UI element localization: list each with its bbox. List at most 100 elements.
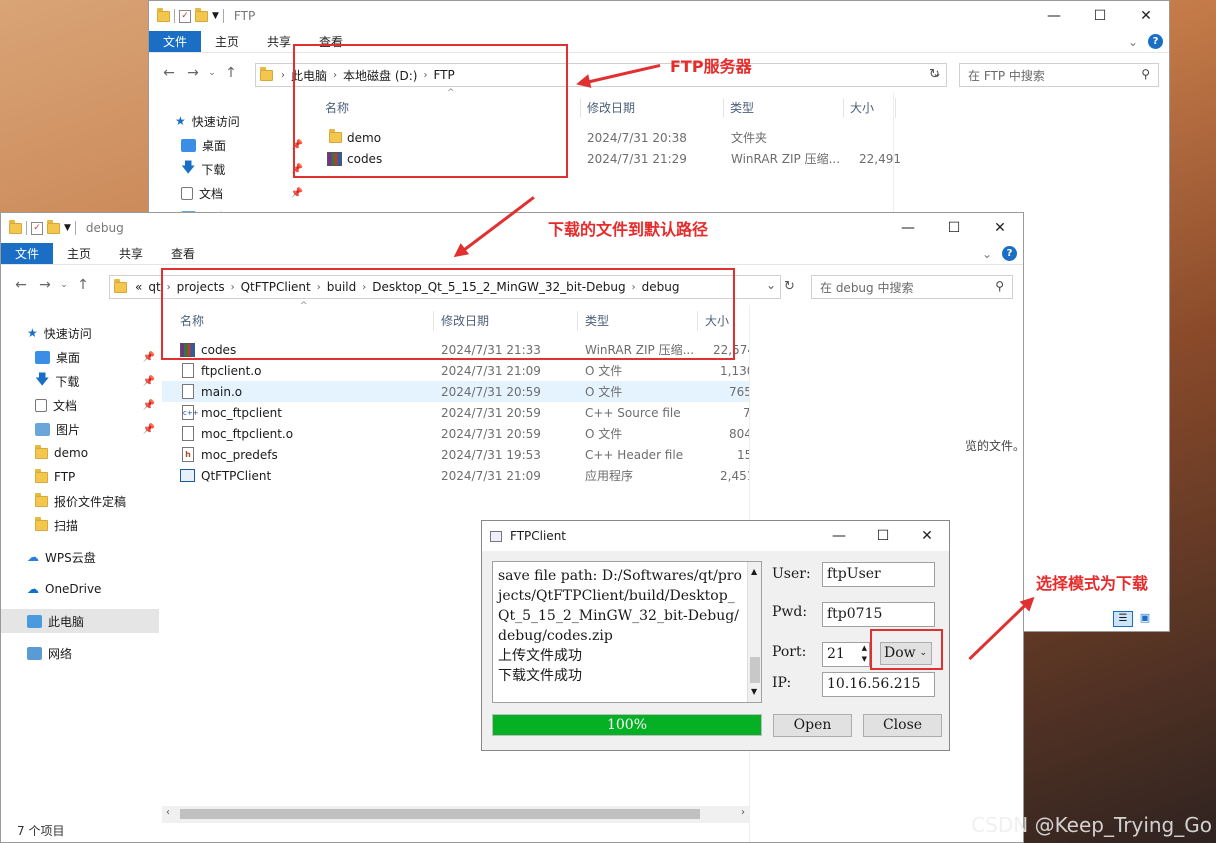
minimize-button[interactable]: —	[817, 521, 861, 551]
column-date[interactable]: 修改日期	[587, 99, 635, 116]
breadcrumb-item[interactable]: qt	[148, 280, 160, 294]
forward-icon[interactable]: →	[33, 277, 57, 293]
dialog-titlebar: FTPClient — ☐ ✕	[482, 521, 949, 551]
sidebar-item-wps-cloud[interactable]: ☁ WPS云盘	[1, 545, 159, 569]
log-scrollbar[interactable]: ▲ ▼	[747, 562, 761, 702]
sidebar-item-desktop[interactable]: 桌面 📌	[149, 133, 307, 157]
chevron-down-icon[interactable]: ⌄	[982, 247, 992, 261]
file-type: WinRAR ZIP 压缩...	[731, 152, 841, 166]
close-button[interactable]: ✕	[977, 213, 1023, 243]
column-type[interactable]: 类型	[730, 99, 754, 116]
sidebar-item-downloads[interactable]: 🡇 下载 📌	[1, 369, 159, 393]
details-view-icon[interactable]: ☰	[1113, 611, 1133, 627]
sidebar-item-scan[interactable]: 扫描	[1, 513, 159, 537]
close-button[interactable]: ✕	[905, 521, 949, 551]
file-row-moc-predefs[interactable]: h moc_predefs 2024/7/31 19:53 C++ Header…	[162, 444, 749, 465]
sidebar-item-label: 图片	[56, 422, 81, 437]
sidebar-item-quick-access[interactable]: ★ 快速访问	[149, 109, 307, 133]
help-icon[interactable]: ?	[1002, 246, 1017, 261]
chevron-down-icon[interactable]: ▼	[64, 223, 71, 233]
recent-chevron-icon[interactable]: ⌄	[205, 68, 219, 78]
close-dialog-button[interactable]: Close	[863, 714, 942, 737]
sidebar-item-documents[interactable]: 文档 📌	[1, 393, 159, 417]
open-button[interactable]: Open	[773, 714, 852, 737]
sidebar-item-pictures[interactable]: 图片 📌	[1, 417, 159, 441]
file-row-main-o[interactable]: main.o 2024/7/31 20:59 O 文件 765	[162, 381, 749, 402]
sidebar-item-onedrive[interactable]: ☁ OneDrive	[1, 577, 159, 601]
up-icon[interactable]: ↑	[71, 277, 95, 293]
tab-home[interactable]: 主页	[53, 243, 105, 264]
sidebar-item-ftp[interactable]: FTP	[1, 465, 159, 489]
recent-chevron-icon[interactable]: ⌄	[57, 280, 71, 290]
spin-arrows-icon[interactable]: ▲ ▼	[862, 643, 867, 665]
properties-icon[interactable]: ✓	[179, 9, 191, 23]
log-textarea[interactable]: save file path: D:/Softwares/qt/projects…	[492, 561, 762, 703]
chevron-down-icon[interactable]: ▼	[212, 11, 219, 21]
sidebar-item-quick-access[interactable]: ★ 快速访问	[1, 321, 159, 345]
maximize-button[interactable]: ☐	[1077, 1, 1123, 31]
pin-icon[interactable]: 📌	[143, 424, 155, 435]
sidebar-item-downloads[interactable]: 🡇 下载 📌	[149, 157, 307, 181]
large-icons-view-icon[interactable]: ▣	[1135, 611, 1155, 627]
file-size: 15	[737, 447, 749, 462]
new-folder-icon[interactable]	[47, 219, 60, 234]
scroll-up-icon[interactable]: ▲	[751, 562, 757, 582]
scroll-thumb[interactable]	[750, 657, 760, 683]
back-icon[interactable]: ←	[9, 277, 33, 293]
pin-icon[interactable]: 📌	[143, 352, 155, 363]
file-row-moc-ftpclient-o[interactable]: moc_ftpclient.o 2024/7/31 20:59 O 文件 804	[162, 423, 749, 444]
scroll-thumb[interactable]	[180, 809, 700, 819]
maximize-button[interactable]: ☐	[861, 521, 905, 551]
search-icon: ⚲	[995, 279, 1004, 293]
pwd-input[interactable]: ftp0715	[822, 602, 935, 627]
chevron-down-icon[interactable]: ⌄	[766, 278, 776, 292]
tab-file[interactable]: 文件	[149, 31, 202, 52]
user-input[interactable]: ftpUser	[822, 562, 935, 587]
tab-share[interactable]: 共享	[105, 243, 157, 264]
file-row-moc-ftpclient[interactable]: c++ moc_ftpclient 2024/7/31 20:59 C++ So…	[162, 402, 749, 423]
column-size[interactable]: 大小	[850, 99, 874, 116]
close-button[interactable]: ✕	[1123, 1, 1169, 31]
chevron-down-icon[interactable]: ⌄	[1128, 35, 1138, 49]
pin-icon[interactable]: 📌	[143, 376, 155, 387]
pin-icon[interactable]: 📌	[143, 400, 155, 411]
forward-icon[interactable]: →	[181, 65, 205, 81]
annotation-download-path: 下载的文件到默认路径	[548, 220, 709, 239]
ip-input[interactable]: 10.16.56.215	[822, 672, 935, 697]
search-input[interactable]: 在 debug 中搜索 ⚲	[811, 275, 1013, 299]
scroll-right-icon[interactable]: ›	[741, 807, 745, 818]
file-date: 2024/7/31 20:59	[441, 426, 541, 441]
tab-home[interactable]: 主页	[201, 31, 253, 52]
scroll-left-icon[interactable]: ‹	[166, 807, 170, 818]
new-folder-icon[interactable]	[195, 7, 208, 22]
file-type: 应用程序	[585, 469, 634, 483]
tab-view[interactable]: 查看	[157, 243, 209, 264]
refresh-icon[interactable]: ↻	[784, 279, 795, 294]
sidebar-item-quotation[interactable]: 报价文件定稿	[1, 489, 159, 513]
sidebar-item-this-pc[interactable]: 此电脑	[1, 609, 159, 633]
file-row-qtftpclient[interactable]: QtFTPClient 2024/7/31 21:09 应用程序 2,451	[162, 465, 749, 486]
sidebar-item-desktop[interactable]: 桌面 📌	[1, 345, 159, 369]
file-row-ftpclient-o[interactable]: ftpclient.o 2024/7/31 21:09 O 文件 1,130	[162, 360, 749, 381]
sidebar-item-demo[interactable]: demo	[1, 441, 159, 465]
help-icon[interactable]: ?	[1148, 34, 1163, 49]
sidebar-item-documents[interactable]: 文档 📌	[149, 181, 307, 205]
back-icon[interactable]: ←	[157, 65, 181, 81]
horizontal-scrollbar[interactable]: ‹ ›	[162, 806, 749, 823]
progress-bar: 100%	[492, 714, 762, 736]
sidebar-item-network[interactable]: 网络	[1, 641, 159, 665]
port-spinbox[interactable]: 21 ▲ ▼	[822, 642, 870, 667]
breadcrumb-overflow[interactable]: «	[135, 280, 142, 294]
refresh-icon[interactable]: ↻	[929, 67, 940, 82]
search-input[interactable]: 在 FTP 中搜索 ⚲	[959, 63, 1159, 87]
maximize-button[interactable]: ☐	[931, 213, 977, 243]
up-icon[interactable]: ↑	[219, 65, 243, 81]
tab-file[interactable]: 文件	[1, 243, 54, 264]
pin-icon[interactable]: 📌	[291, 188, 303, 199]
minimize-button[interactable]: —	[1031, 1, 1077, 31]
file-icon	[182, 426, 194, 441]
properties-icon[interactable]: ✓	[31, 221, 43, 235]
file-date: 2024/7/31 21:09	[441, 468, 541, 483]
minimize-button[interactable]: —	[885, 213, 931, 243]
scroll-down-icon[interactable]: ▼	[751, 682, 757, 702]
